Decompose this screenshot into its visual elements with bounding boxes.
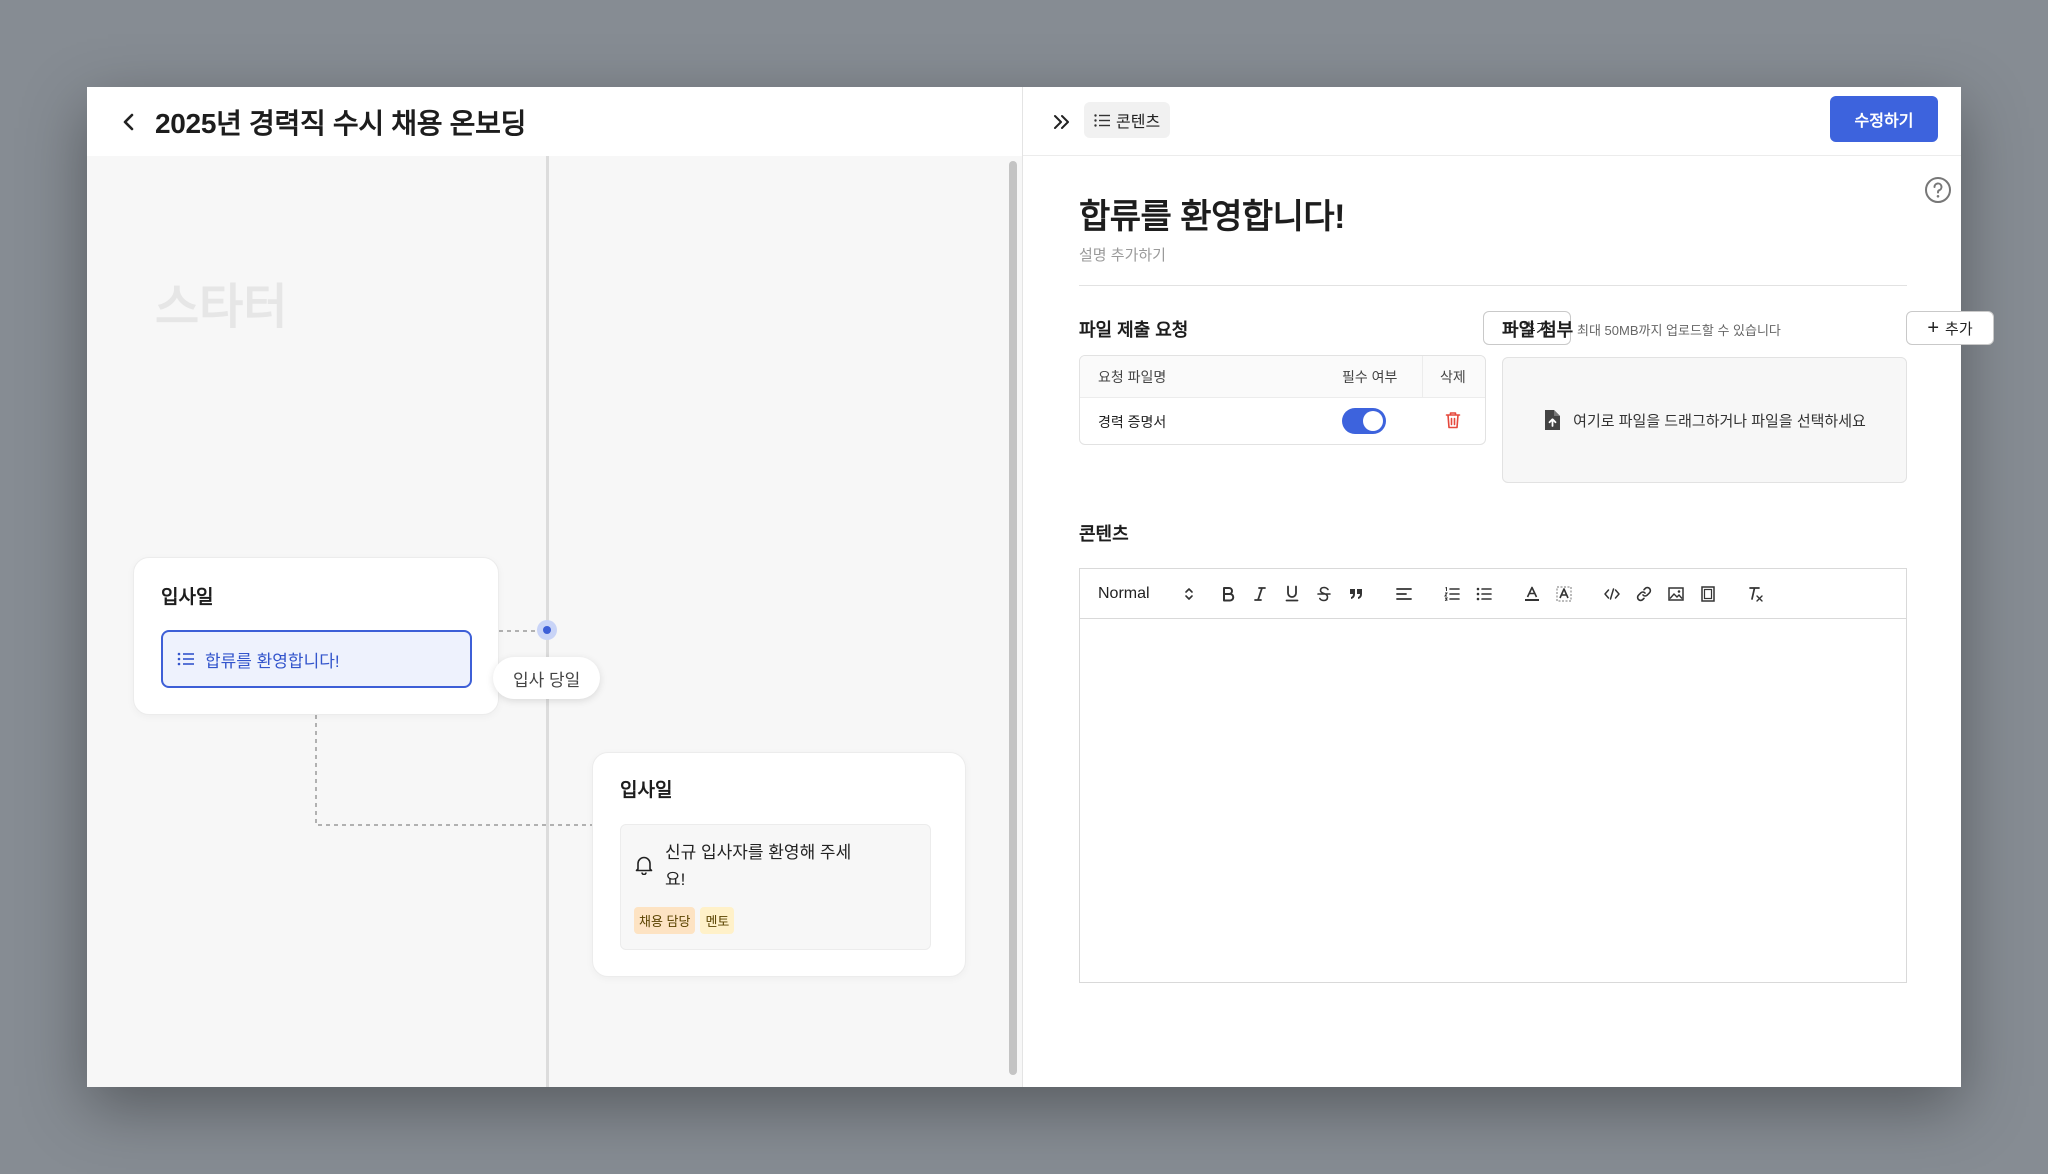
rich-text-editor: Normal xyxy=(1079,568,1907,983)
list-icon xyxy=(177,652,194,666)
table-row: 경력 증명서 xyxy=(1080,398,1485,444)
text-color-icon xyxy=(1525,586,1539,601)
file-size-note: 최대 50MB까지 업로드할 수 있습니다 xyxy=(1577,323,1781,338)
file-attach-title: 파일 첨부 xyxy=(1502,320,1574,340)
file-name-cell: 경력 증명서 xyxy=(1098,413,1167,430)
notification-item[interactable]: 신규 입사자를 환영해 주세요! 채용 담당 멘토 xyxy=(620,824,931,950)
bell-icon xyxy=(635,856,653,875)
panel-header: 콘텐츠 수정하기 xyxy=(1023,87,1961,156)
tab-label: 콘텐츠 xyxy=(1116,114,1161,131)
align-button[interactable] xyxy=(1388,578,1420,610)
column-file-name: 요청 파일명 xyxy=(1098,368,1167,385)
edit-button[interactable]: 수정하기 xyxy=(1830,96,1938,142)
tab-content[interactable]: 콘텐츠 xyxy=(1084,102,1171,138)
background-color-button[interactable] xyxy=(1548,578,1580,610)
text-color-button[interactable] xyxy=(1516,578,1548,610)
app-window: 2025년 경력직 수시 채용 온보딩 스타터 입사일 합류를 환영합니다! 입… xyxy=(87,87,1994,1087)
clear-format-button[interactable] xyxy=(1740,578,1772,610)
format-select-value: Normal xyxy=(1098,584,1150,602)
underline-icon xyxy=(1285,585,1299,602)
align-left-icon xyxy=(1396,587,1412,600)
required-toggle[interactable] xyxy=(1342,408,1386,434)
italic-button[interactable] xyxy=(1244,578,1276,610)
strikethrough-icon xyxy=(1317,586,1331,601)
table-header: 요청 파일명 필수 여부 삭제 xyxy=(1080,356,1485,398)
editor-body[interactable] xyxy=(1080,619,1906,982)
file-request-title: 파일 제출 요청 xyxy=(1079,320,1189,340)
add-label: 추가 xyxy=(1945,320,1973,338)
dropzone-text: 여기로 파일을 드래그하거나 파일을 선택하세요 xyxy=(1573,412,1866,430)
select-arrows-icon xyxy=(1185,587,1193,600)
underline-button[interactable] xyxy=(1276,578,1308,610)
file-request-table: 요청 파일명 필수 여부 삭제 경력 증명서 xyxy=(1079,355,1486,445)
divider xyxy=(1079,285,1907,286)
plus-icon: + xyxy=(1927,317,1940,339)
help-icon[interactable] xyxy=(1923,175,1953,205)
recipient-tags: 채용 담당 멘토 xyxy=(634,907,735,934)
column-divider xyxy=(1422,356,1423,398)
video-button[interactable] xyxy=(1692,578,1724,610)
tag-recruiter: 채용 담당 xyxy=(634,907,696,934)
trash-icon[interactable] xyxy=(1445,411,1461,429)
tag-mentor: 멘토 xyxy=(700,907,735,934)
format-select[interactable]: Normal xyxy=(1098,585,1194,603)
content-title[interactable]: 합류를 환영합니다! xyxy=(1079,189,1346,238)
card-title: 입사일 xyxy=(161,587,214,608)
content-section-title: 콘텐츠 xyxy=(1079,524,1129,544)
image-icon xyxy=(1668,586,1684,601)
add-description-field[interactable]: 설명 추가하기 xyxy=(1079,244,1166,265)
editor-toolbar: Normal xyxy=(1080,569,1906,619)
video-icon xyxy=(1701,585,1715,602)
list-icon xyxy=(1094,113,1110,127)
file-dropzone[interactable]: 여기로 파일을 드래그하거나 파일을 선택하세요 xyxy=(1502,357,1907,483)
column-delete: 삭제 xyxy=(1440,368,1466,385)
bullet-list-button[interactable] xyxy=(1468,578,1500,610)
link-icon xyxy=(1636,586,1652,601)
bullet-list-icon xyxy=(1476,587,1492,600)
image-button[interactable] xyxy=(1660,578,1692,610)
ordered-list-icon xyxy=(1444,586,1460,601)
add-attachment-button[interactable]: + 추가 xyxy=(1906,311,1994,345)
flow-canvas: 2025년 경력직 수시 채용 온보딩 스타터 입사일 합류를 환영합니다! 입… xyxy=(87,87,1023,1087)
bold-button[interactable] xyxy=(1212,578,1244,610)
bold-icon xyxy=(1223,586,1235,601)
code-button[interactable] xyxy=(1596,578,1628,610)
card-title: 입사일 xyxy=(620,780,673,801)
flow-card-day1-notify[interactable]: 입사일 신규 입사자를 환영해 주세요! 채용 담당 멘토 xyxy=(592,752,966,977)
code-icon xyxy=(1604,587,1620,600)
ordered-list-button[interactable] xyxy=(1436,578,1468,610)
content-item-welcome[interactable]: 합류를 환영합니다! xyxy=(161,630,472,688)
italic-icon xyxy=(1254,586,1266,601)
collapse-panel-icon[interactable] xyxy=(1049,109,1075,135)
notification-message: 신규 입사자를 환영해 주세요! xyxy=(665,843,852,889)
timeline-node[interactable] xyxy=(537,620,557,640)
highlight-icon xyxy=(1556,586,1572,601)
day-badge: 입사 당일 xyxy=(493,657,601,699)
quote-icon xyxy=(1350,588,1362,599)
column-required: 필수 여부 xyxy=(1342,368,1398,385)
blockquote-button[interactable] xyxy=(1340,578,1372,610)
link-button[interactable] xyxy=(1628,578,1660,610)
detail-panel: 콘텐츠 수정하기 합류를 환영합니다! 설명 추가하기 파일 제출 요청 + 추… xyxy=(1023,87,1994,1087)
content-item-label: 합류를 환영합니다! xyxy=(205,651,340,671)
flow-card-day1[interactable]: 입사일 합류를 환영합니다! xyxy=(133,557,499,715)
clear-format-icon xyxy=(1749,586,1763,602)
file-upload-icon xyxy=(1545,410,1561,430)
strikethrough-button[interactable] xyxy=(1308,578,1340,610)
